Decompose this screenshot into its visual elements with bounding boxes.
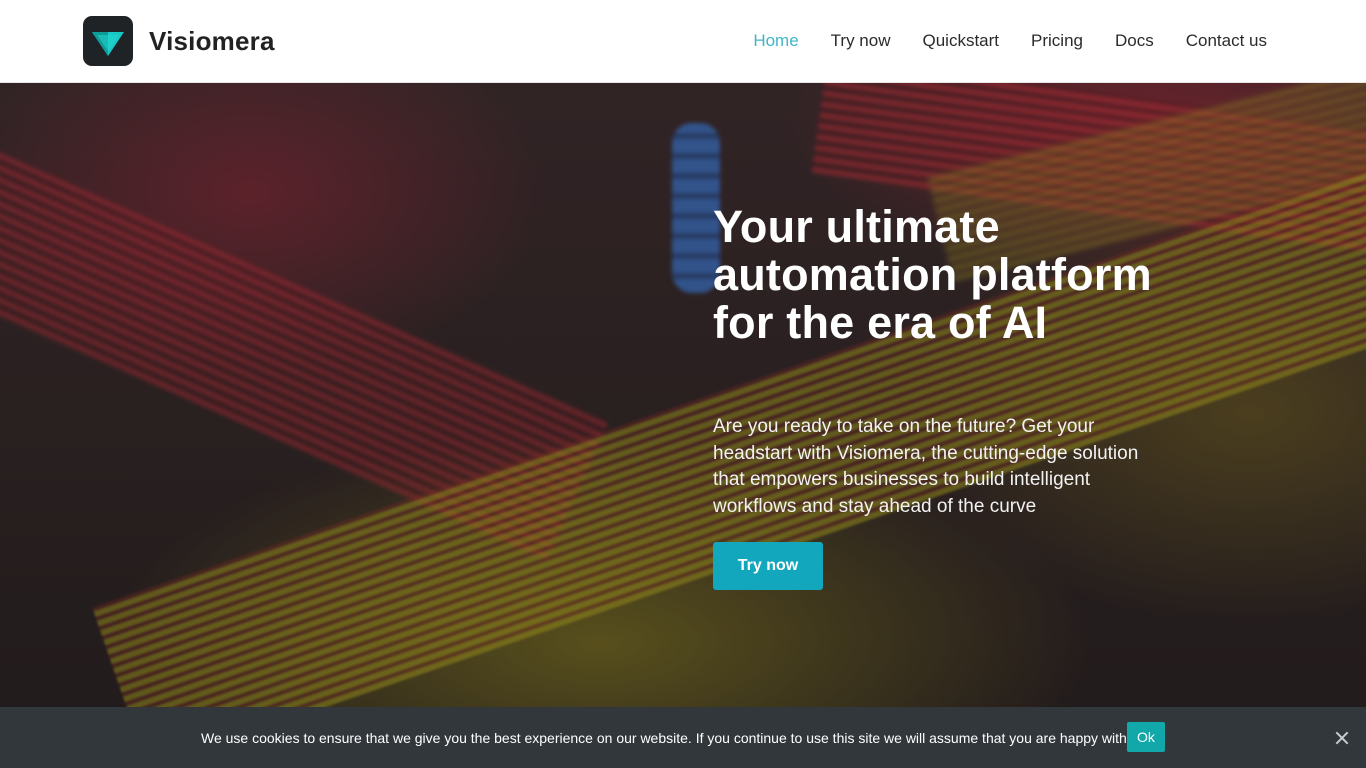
teal-triangle-logo-icon (92, 32, 124, 56)
cookie-message: We use cookies to ensure that we give yo… (201, 730, 1142, 746)
main-nav: Home Try now Quickstart Pricing Docs Con… (753, 30, 1267, 52)
site-header: Visiomera Home Try now Quickstart Pricin… (0, 0, 1366, 83)
close-icon[interactable] (1334, 730, 1350, 746)
nav-item-pricing[interactable]: Pricing (1031, 30, 1083, 52)
nav-item-docs[interactable]: Docs (1115, 30, 1154, 52)
brand-name[interactable]: Visiomera (149, 24, 275, 58)
nav-item-home[interactable]: Home (753, 30, 798, 52)
nav-item-try-now[interactable]: Try now (831, 30, 891, 52)
nav-item-quickstart[interactable]: Quickstart (923, 30, 1000, 52)
brand-logo-icon[interactable] (83, 16, 133, 66)
hero-headline: Your ultimate automation platform for th… (713, 201, 1152, 348)
hero-subtext: Are you ready to take on the future? Get… (713, 416, 1139, 517)
nav-item-contact-us[interactable]: Contact us (1186, 30, 1267, 52)
cookie-ok-button[interactable]: Ok (1127, 722, 1165, 752)
cookie-notice-bar: We use cookies to ensure that we give yo… (0, 707, 1366, 768)
hero-section: Your ultimate automation platform for th… (0, 83, 1366, 768)
try-now-button[interactable]: Try now (713, 542, 823, 590)
